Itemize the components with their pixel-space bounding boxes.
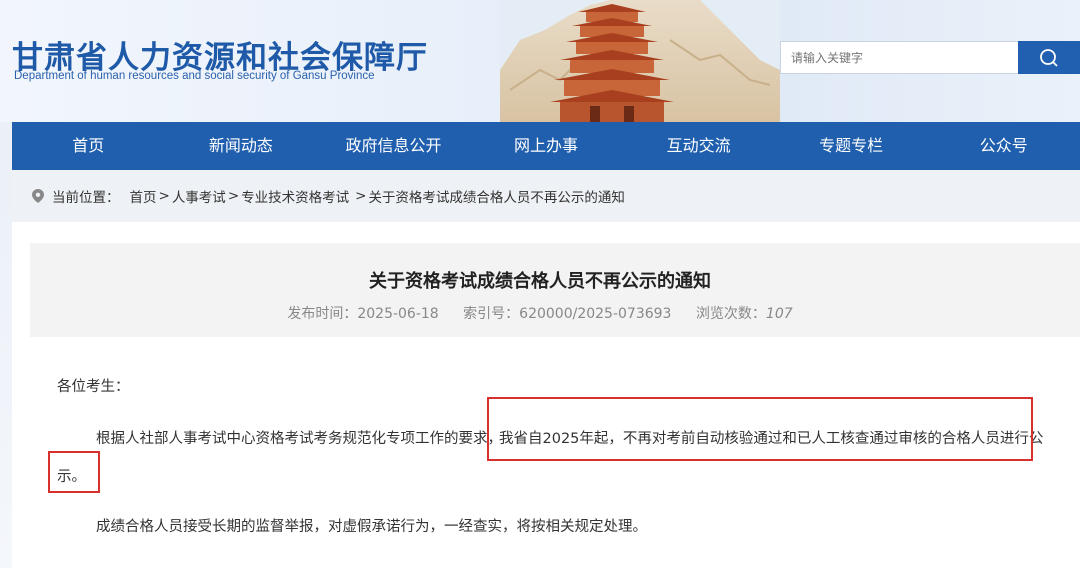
breadcrumb: 当前位置： 首页 > 人事考试 > 专业技术资格考试 > 关于资格考试成绩合格人… [12, 170, 1080, 222]
salutation: 各位考生： [57, 379, 130, 395]
breadcrumb-separator: > [355, 188, 367, 204]
publish-label: 发布时间： [287, 306, 358, 322]
nav-item-gov-info[interactable]: 政府信息公开 [317, 122, 470, 170]
index-label: 索引号： [463, 306, 520, 322]
breadcrumb-professional-exam[interactable]: 专业技术资格考试 [241, 186, 349, 206]
index-info: 索引号：620000/2025-073693 [463, 306, 671, 322]
mogao-grottoes-banner-image [500, 0, 780, 122]
breadcrumb-label: 当前位置： [52, 190, 120, 206]
breadcrumb-personnel-exam[interactable]: 人事考试 [172, 186, 226, 206]
views-label: 浏览次数： [695, 306, 766, 322]
paragraph-1-start: 根据人社部人事考试中心资格考试考务规范化专项工作的要求， [96, 431, 502, 447]
site-logo-subtitle: Department of human resources and social… [14, 70, 375, 82]
highlight-box-end [48, 451, 100, 493]
views-info: 浏览次数：107 [696, 306, 793, 322]
nav-item-topics[interactable]: 专题专栏 [775, 122, 928, 170]
nav-item-news[interactable]: 新闻动态 [165, 122, 318, 170]
article-header: 关于资格考试成绩合格人员不再公示的通知 发布时间：2025-06-18 索引号：… [30, 243, 1080, 337]
breadcrumb-separator: > [227, 188, 240, 204]
breadcrumb-separator: > [158, 188, 170, 204]
article-title: 关于资格考试成绩合格人员不再公示的通知 [369, 271, 711, 292]
nav-item-home[interactable]: 首页 [12, 122, 165, 170]
highlight-box-main [487, 397, 1033, 461]
search-button[interactable] [1018, 41, 1080, 74]
views-count: 107 [765, 306, 793, 322]
index-number: 620000/2025-073693 [519, 306, 672, 322]
publish-info: 发布时间：2025-06-18 [287, 306, 438, 322]
search-input[interactable] [780, 41, 1020, 74]
breadcrumb-current-page[interactable]: 关于资格考试成绩合格人员不再公示的通知 [368, 186, 625, 206]
breadcrumb-home[interactable]: 首页 [130, 186, 157, 206]
site-header: 甘肃省人力资源和社会保障厅 Department of human resour… [0, 0, 1080, 122]
article-meta: 发布时间：2025-06-18 索引号：620000/2025-073693 浏… [30, 303, 1050, 323]
search-icon [1040, 48, 1058, 67]
paragraph-2: 成绩合格人员接受长期的监督举报，对虚假承诺行为，一经查实，将按相关规定处理。 [96, 519, 647, 535]
publish-date: 2025-06-18 [357, 306, 439, 322]
nav-item-official-account[interactable]: 公众号 [927, 122, 1080, 170]
nav-item-interaction[interactable]: 互动交流 [622, 122, 775, 170]
nav-item-online-services[interactable]: 网上办事 [470, 122, 623, 170]
main-nav: 首页 新闻动态 政府信息公开 网上办事 互动交流 专题专栏 公众号 [12, 122, 1080, 170]
location-pin-icon [32, 189, 44, 203]
